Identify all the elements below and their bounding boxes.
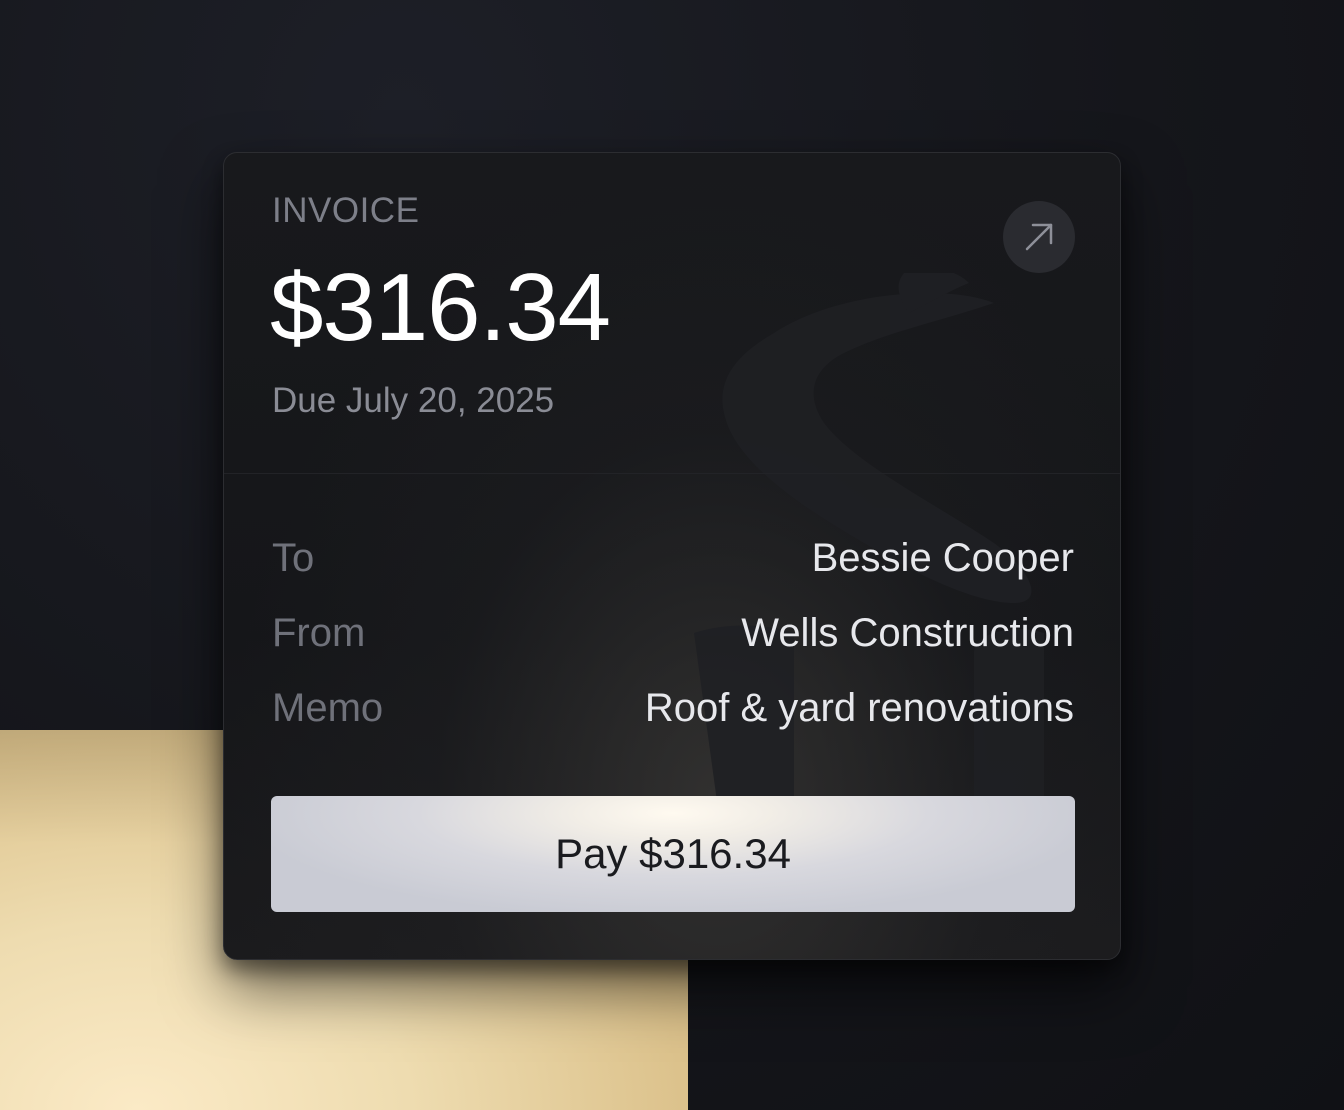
from-value: Wells Construction — [741, 610, 1074, 655]
section-divider — [224, 473, 1120, 474]
invoice-label: INVOICE — [272, 191, 420, 230]
invoice-amount: $316.34 — [270, 254, 611, 361]
invoice-card: INVOICE $316.34 Due July 20, 2025 To Bes… — [223, 152, 1121, 960]
memo-label: Memo — [272, 685, 384, 730]
detail-row-from: From Wells Construction — [272, 608, 1074, 658]
to-label: To — [272, 535, 315, 580]
arrow-up-right-icon — [1025, 223, 1053, 251]
due-date: Due July 20, 2025 — [272, 381, 555, 420]
from-label: From — [272, 610, 366, 655]
detail-row-memo: Memo Roof & yard renovations — [272, 683, 1074, 733]
pay-button[interactable]: Pay $316.34 — [271, 796, 1075, 912]
to-value: Bessie Cooper — [811, 535, 1074, 580]
memo-value: Roof & yard renovations — [644, 685, 1074, 730]
open-external-button[interactable] — [1003, 201, 1075, 273]
detail-row-to: To Bessie Cooper — [272, 533, 1074, 583]
